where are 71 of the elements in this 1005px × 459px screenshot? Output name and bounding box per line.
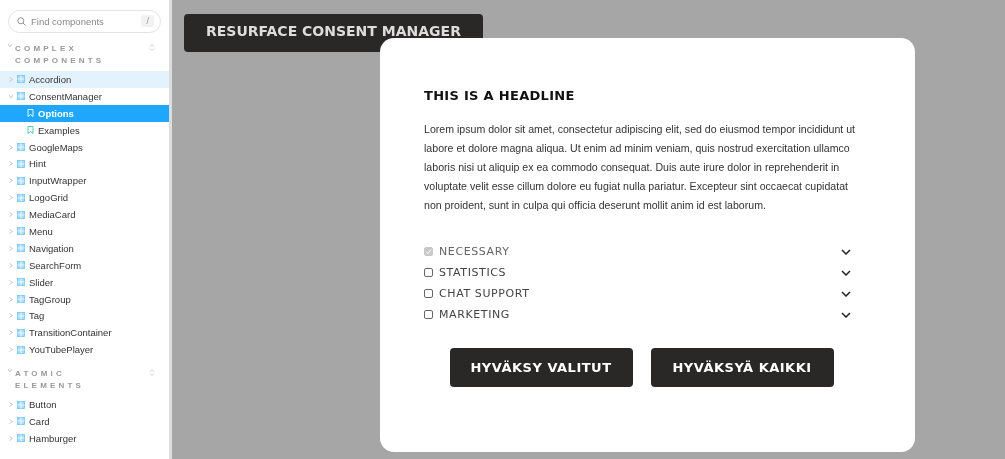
tree-item[interactable]: Tag [0, 307, 169, 325]
caret-icon [9, 347, 13, 353]
tree-item[interactable]: TagGroup [0, 290, 169, 308]
component-icon [17, 143, 25, 151]
caret-icon [9, 76, 13, 82]
caret-icon [9, 144, 13, 150]
shortcut-key: / [141, 15, 154, 27]
caret-icon [9, 245, 13, 251]
component-icon [17, 295, 25, 303]
tree-item[interactable]: Examples [0, 121, 169, 139]
component-icon [17, 159, 25, 168]
caret-icon [9, 313, 13, 319]
caret-icon [9, 212, 13, 218]
chevron-down-icon[interactable] [841, 311, 851, 318]
tree-item[interactable]: LogoGrid [0, 189, 169, 207]
caret-icon [9, 435, 13, 441]
component-icon [17, 311, 25, 320]
component-icon [17, 261, 25, 270]
chevron-down-icon[interactable] [841, 290, 851, 297]
tree-item[interactable]: Card [0, 413, 169, 430]
caret-icon [9, 330, 13, 336]
caret-icon [9, 262, 13, 268]
caret-icon [9, 418, 13, 424]
component-icon [17, 328, 25, 337]
category-label: NECESSARY [439, 245, 511, 258]
component-icon [17, 92, 25, 101]
accept-button[interactable]: HYVÄKSY VALITUT [449, 348, 633, 387]
tree-item[interactable]: Hamburger [0, 429, 169, 447]
category-label: CHAT SUPPORT [439, 287, 531, 300]
component-icon [17, 193, 25, 202]
accept-button[interactable]: HYVÄKSYÄ KAIKKI [650, 348, 834, 387]
tree-item[interactable]: Button [0, 396, 169, 414]
tree-item[interactable]: Hint [0, 155, 169, 173]
component-icon [17, 278, 25, 287]
caret-icon [9, 195, 13, 201]
caret-icon [9, 402, 13, 408]
caret-icon [9, 296, 13, 302]
component-icon [17, 176, 25, 185]
tree-item[interactable]: MediaCard [0, 206, 169, 223]
component-icon [17, 75, 25, 84]
dialog-headline: THIS IS A HEADLINE [424, 88, 576, 103]
caret-icon [9, 279, 13, 285]
chevron-down-icon[interactable] [841, 269, 851, 276]
tree-item[interactable]: SearchForm [0, 256, 169, 274]
checkbox[interactable] [424, 310, 433, 319]
tree-item[interactable]: Slider [0, 273, 169, 291]
dialog-text: Lorem ipsum dolor sit amet, consectetur adipiscing elit, sed do eiusmod tempor incididunt ut labore et dolore magna aliqua. Ut enim ad minim veniam, quis nostrud exercitation ullamco laboris nisi ut aliquip ex ea commodo consequat. Duis aute irure dolor in reprehenderit in voluptate velit esse cillum dolore eu fugiat nulla pariatur. Excepteur sint occaecat cupidatat non proident, sunt in culpa qui officia deserunt mollit anim id est laborum. [424, 122, 857, 213]
component-icon [17, 345, 25, 354]
component-icon [17, 210, 25, 219]
tree-item[interactable]: InputWrapper [0, 172, 169, 190]
checkbox[interactable] [424, 268, 433, 277]
tree-item[interactable]: YouTubePlayer [0, 341, 169, 359]
tree-item[interactable]: ConsentManager [0, 87, 169, 105]
tree-item[interactable]: Menu [0, 223, 169, 240]
caret-icon [9, 228, 13, 234]
tree-item[interactable]: GoogleMaps [0, 138, 169, 156]
tree-item[interactable]: Accordion [0, 71, 169, 88]
component-icon [17, 434, 25, 443]
component-icon [17, 417, 25, 426]
caret-icon [9, 178, 13, 184]
checkbox[interactable] [424, 289, 433, 298]
tree-item[interactable]: TransitionContainer [0, 324, 169, 342]
component-icon [17, 400, 25, 409]
tree-item[interactable]: Navigation [0, 239, 169, 257]
caret-icon [9, 161, 13, 167]
category-label: MARKETING [439, 308, 511, 321]
category-label: STATISTICS [439, 266, 508, 279]
component-icon [17, 244, 25, 253]
component-icon [17, 227, 25, 236]
search-icon [17, 17, 26, 26]
caret-icon [8, 94, 14, 99]
